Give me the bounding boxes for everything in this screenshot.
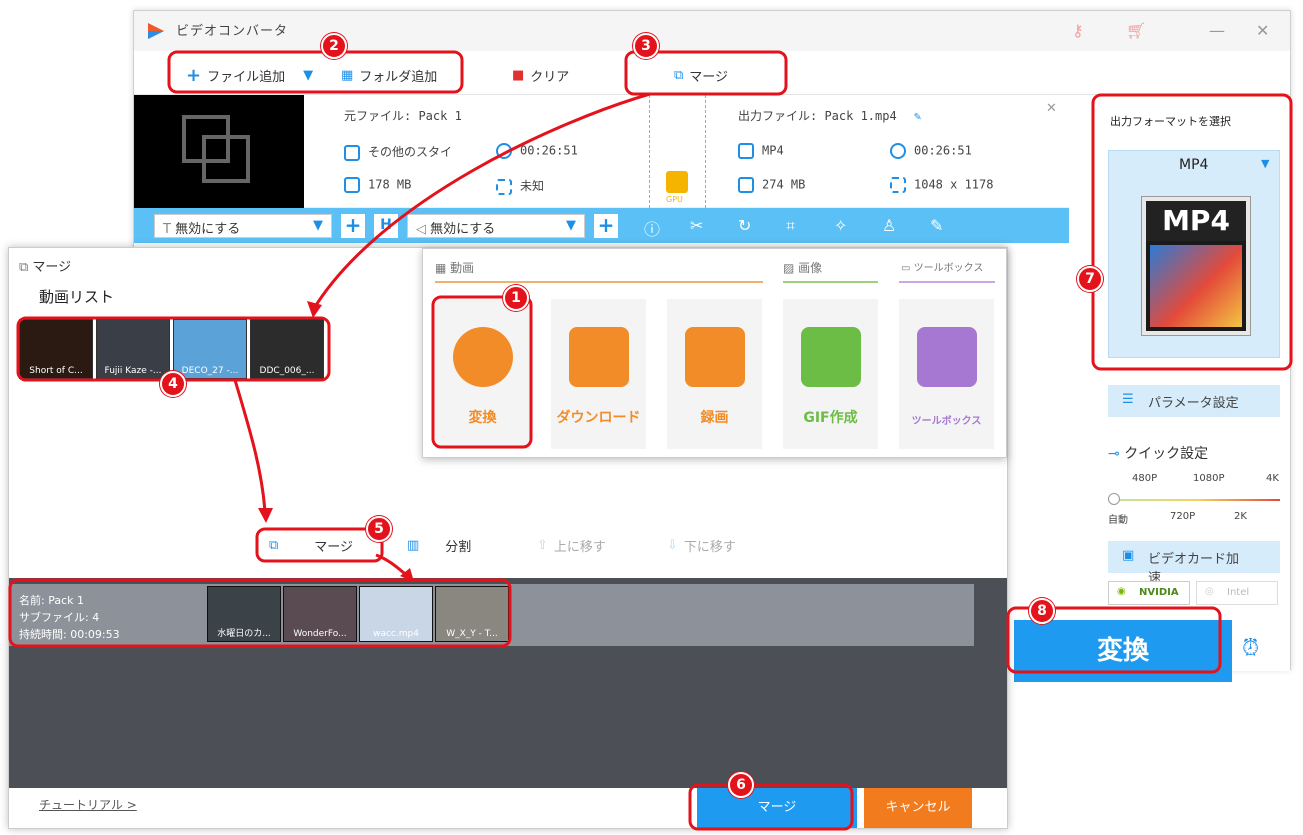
step-badge-1: 1 [503,285,529,311]
step-badge-5: 5 [366,516,392,542]
step-badge-8: 8 [1029,598,1055,624]
step-badge-3: 3 [633,33,659,59]
step-badge-7: 7 [1077,266,1103,292]
step-badge-4: 4 [160,371,186,397]
annotation-overlay [8,50,1293,831]
step-badge-6: 6 [728,772,754,798]
step-badge-2: 2 [321,33,347,59]
